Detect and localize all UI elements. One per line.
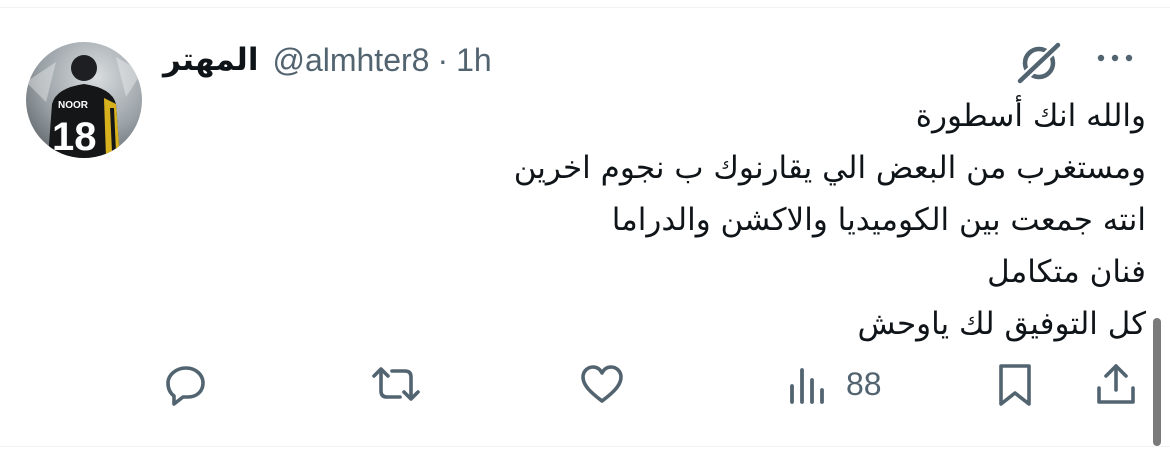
tweet-text-line: كل التوفيق لك ياوحش	[857, 306, 1146, 342]
more-button[interactable]	[1093, 46, 1137, 70]
avatar[interactable]: NOOR 18	[26, 42, 142, 158]
avatar-jersey-number: 18	[52, 115, 97, 158]
more-dots-icon	[1097, 54, 1133, 62]
reply-button[interactable]	[160, 354, 212, 414]
tweet-header: المهتر @almhter8 · 1h	[163, 36, 492, 84]
tweet-text: والله انك أسطورة ومستغرب من البعض الي يق…	[200, 90, 1146, 350]
author-handle[interactable]: @almhter8	[272, 42, 429, 79]
retweet-icon	[372, 367, 420, 401]
views-button[interactable]: 88	[784, 354, 882, 414]
retweet-button[interactable]	[368, 354, 424, 414]
share-icon	[1097, 364, 1135, 404]
reply-icon	[166, 366, 205, 406]
share-button[interactable]	[1090, 354, 1142, 414]
tweet-time[interactable]: 1h	[456, 42, 492, 79]
tweet-text-line: فنان متكامل	[987, 254, 1146, 290]
grok-icon	[1014, 39, 1064, 87]
tweet-text-line: والله انك أسطورة	[915, 98, 1146, 134]
avatar-jersey-name: NOOR	[58, 100, 89, 111]
tweet-text-line: ومستغرب من البعض الي يقارنوك ب نجوم اخري…	[513, 150, 1146, 186]
avatar-image: NOOR 18	[26, 42, 142, 158]
scrollbar[interactable]	[1153, 318, 1161, 446]
bottom-divider	[0, 446, 1170, 447]
tweet-text-line: انته جمعت بين الكوميديا والاكشن والدراما	[611, 202, 1146, 238]
heart-icon	[581, 365, 623, 403]
author-display-name[interactable]: المهتر	[163, 42, 258, 78]
bookmark-icon	[999, 364, 1031, 406]
views-bar-chart-icon	[790, 368, 824, 404]
bookmark-button[interactable]	[992, 354, 1038, 414]
header-separator: ·	[437, 41, 449, 78]
like-button[interactable]	[576, 354, 628, 414]
grok-button[interactable]	[1014, 39, 1064, 87]
top-divider	[0, 7, 1170, 8]
views-count: 88	[846, 365, 882, 402]
